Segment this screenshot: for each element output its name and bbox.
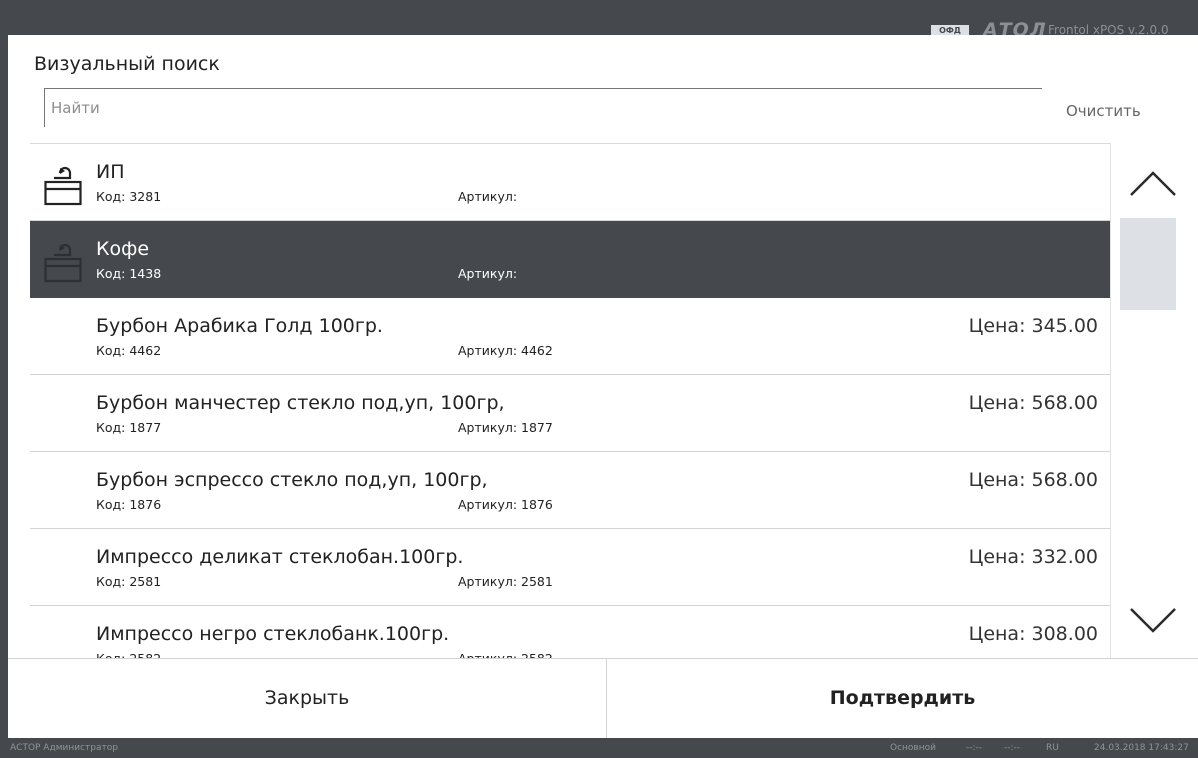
list-scrollbar[interactable] xyxy=(1110,143,1198,658)
list-item-group[interactable]: ИП Код: 3281 Артикул: xyxy=(30,144,1110,221)
item-article: Артикул: xyxy=(458,189,518,204)
item-code: Код: 1438 xyxy=(96,266,162,281)
visual-search-dialog: Визуальный поиск Очистить ИП Код: 3281 А… xyxy=(8,35,1198,738)
item-name: Кофе xyxy=(96,238,150,260)
brand-bar: ОФД АТОЛ Frontol xPOS v.2.0.0 xyxy=(0,0,1198,40)
item-article: Артикул: xyxy=(458,266,518,281)
status-user: АСТОР Администратор xyxy=(10,743,118,753)
status-datetime: 24.03.2018 17:43:27 xyxy=(1094,743,1189,753)
item-name: Импрессо негро стеклобанк.100гр. xyxy=(96,623,450,645)
item-name: Бурбон манчестер стекло под,уп, 100гр, xyxy=(96,392,505,414)
item-price: Цена: 568.00 xyxy=(968,392,1098,414)
list-item-product[interactable]: Импрессо деликат стеклобан.100гр. Код: 2… xyxy=(30,529,1110,606)
chevron-up-icon[interactable] xyxy=(1121,165,1185,205)
search-field[interactable] xyxy=(44,88,1042,127)
status-bar: АСТОР Администратор Основной --:-- --:--… xyxy=(0,738,1198,758)
list-item-product[interactable]: Бурбон манчестер стекло под,уп, 100гр, К… xyxy=(30,375,1110,452)
list-item-product[interactable]: Импрессо негро стеклобанк.100гр. Код: 25… xyxy=(30,606,1110,659)
item-price: Цена: 345.00 xyxy=(968,315,1098,337)
item-article: Артикул: 2581 xyxy=(458,574,553,589)
search-input[interactable] xyxy=(51,95,1011,121)
item-list[interactable]: ИП Код: 3281 Артикул: Кофе Код: 1438 Арт… xyxy=(30,143,1110,659)
status-field1: --:-- xyxy=(966,743,983,753)
item-code: Код: 1876 xyxy=(96,497,162,512)
item-price: Цена: 332.00 xyxy=(968,546,1098,568)
folder-back-icon xyxy=(44,166,82,206)
item-article: Артикул: 1877 xyxy=(458,420,553,435)
list-item-product[interactable]: Бурбон Арабика Голд 100гр. Код: 4462 Арт… xyxy=(30,298,1110,375)
status-mode: Основной xyxy=(890,743,936,753)
item-price: Цена: 568.00 xyxy=(968,469,1098,491)
item-name: Бурбон Арабика Голд 100гр. xyxy=(96,315,383,337)
item-code: Код: 1877 xyxy=(96,420,162,435)
list-item-group-selected[interactable]: Кофе Код: 1438 Артикул: xyxy=(30,221,1110,298)
scroll-thumb[interactable] xyxy=(1120,218,1176,310)
item-article: Артикул: 1876 xyxy=(458,497,553,512)
dialog-title: Визуальный поиск xyxy=(34,53,220,75)
folder-back-icon xyxy=(44,243,82,283)
item-price: Цена: 308.00 xyxy=(968,623,1098,645)
item-code: Код: 3281 xyxy=(96,189,162,204)
chevron-down-icon[interactable] xyxy=(1121,601,1185,641)
item-name: ИП xyxy=(96,161,125,183)
status-lang: RU xyxy=(1046,743,1059,753)
item-article: Артикул: 4462 xyxy=(458,343,553,358)
close-button[interactable]: Закрыть xyxy=(8,659,607,738)
item-code: Код: 4462 xyxy=(96,343,162,358)
item-code: Код: 2581 xyxy=(96,574,162,589)
clear-button[interactable]: Очистить xyxy=(1066,102,1141,120)
item-name: Бурбон эспрессо стекло под,уп, 100гр, xyxy=(96,469,488,491)
status-field2: --:-- xyxy=(1004,743,1021,753)
dialog-footer: Закрыть Подтвердить xyxy=(8,658,1198,738)
confirm-button[interactable]: Подтвердить xyxy=(607,659,1198,738)
list-item-product[interactable]: Бурбон эспрессо стекло под,уп, 100гр, Ко… xyxy=(30,452,1110,529)
item-name: Импрессо деликат стеклобан.100гр. xyxy=(96,546,464,568)
